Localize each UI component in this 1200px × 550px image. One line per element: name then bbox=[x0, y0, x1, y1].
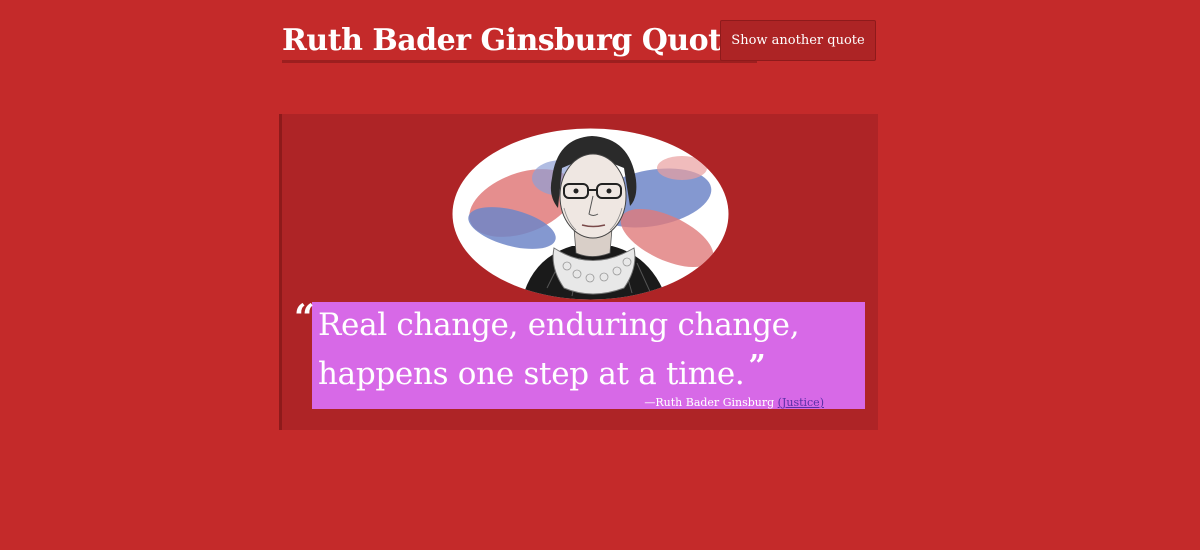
attribution-role-link[interactable]: (Justice) bbox=[778, 396, 824, 409]
attribution-author: —Ruth Bader Ginsburg bbox=[644, 396, 775, 409]
close-quote-mark: ” bbox=[748, 349, 766, 384]
open-quote-mark: “ bbox=[294, 297, 315, 339]
quote-card: “ Real change, enduring change, happens … bbox=[279, 114, 878, 430]
quote-attribution: —Ruth Bader Ginsburg (Justice) bbox=[644, 396, 824, 410]
show-another-quote-button[interactable]: Show another quote bbox=[720, 20, 876, 61]
quote-body: Real change, enduring change, happens on… bbox=[318, 307, 800, 392]
quote-text: Real change, enduring change, happens on… bbox=[318, 304, 858, 395]
page-title: Ruth Bader Ginsburg Quotes bbox=[282, 22, 757, 63]
page: Ruth Bader Ginsburg Quotes Show another … bbox=[0, 0, 1200, 550]
portrait-image bbox=[452, 128, 729, 300]
